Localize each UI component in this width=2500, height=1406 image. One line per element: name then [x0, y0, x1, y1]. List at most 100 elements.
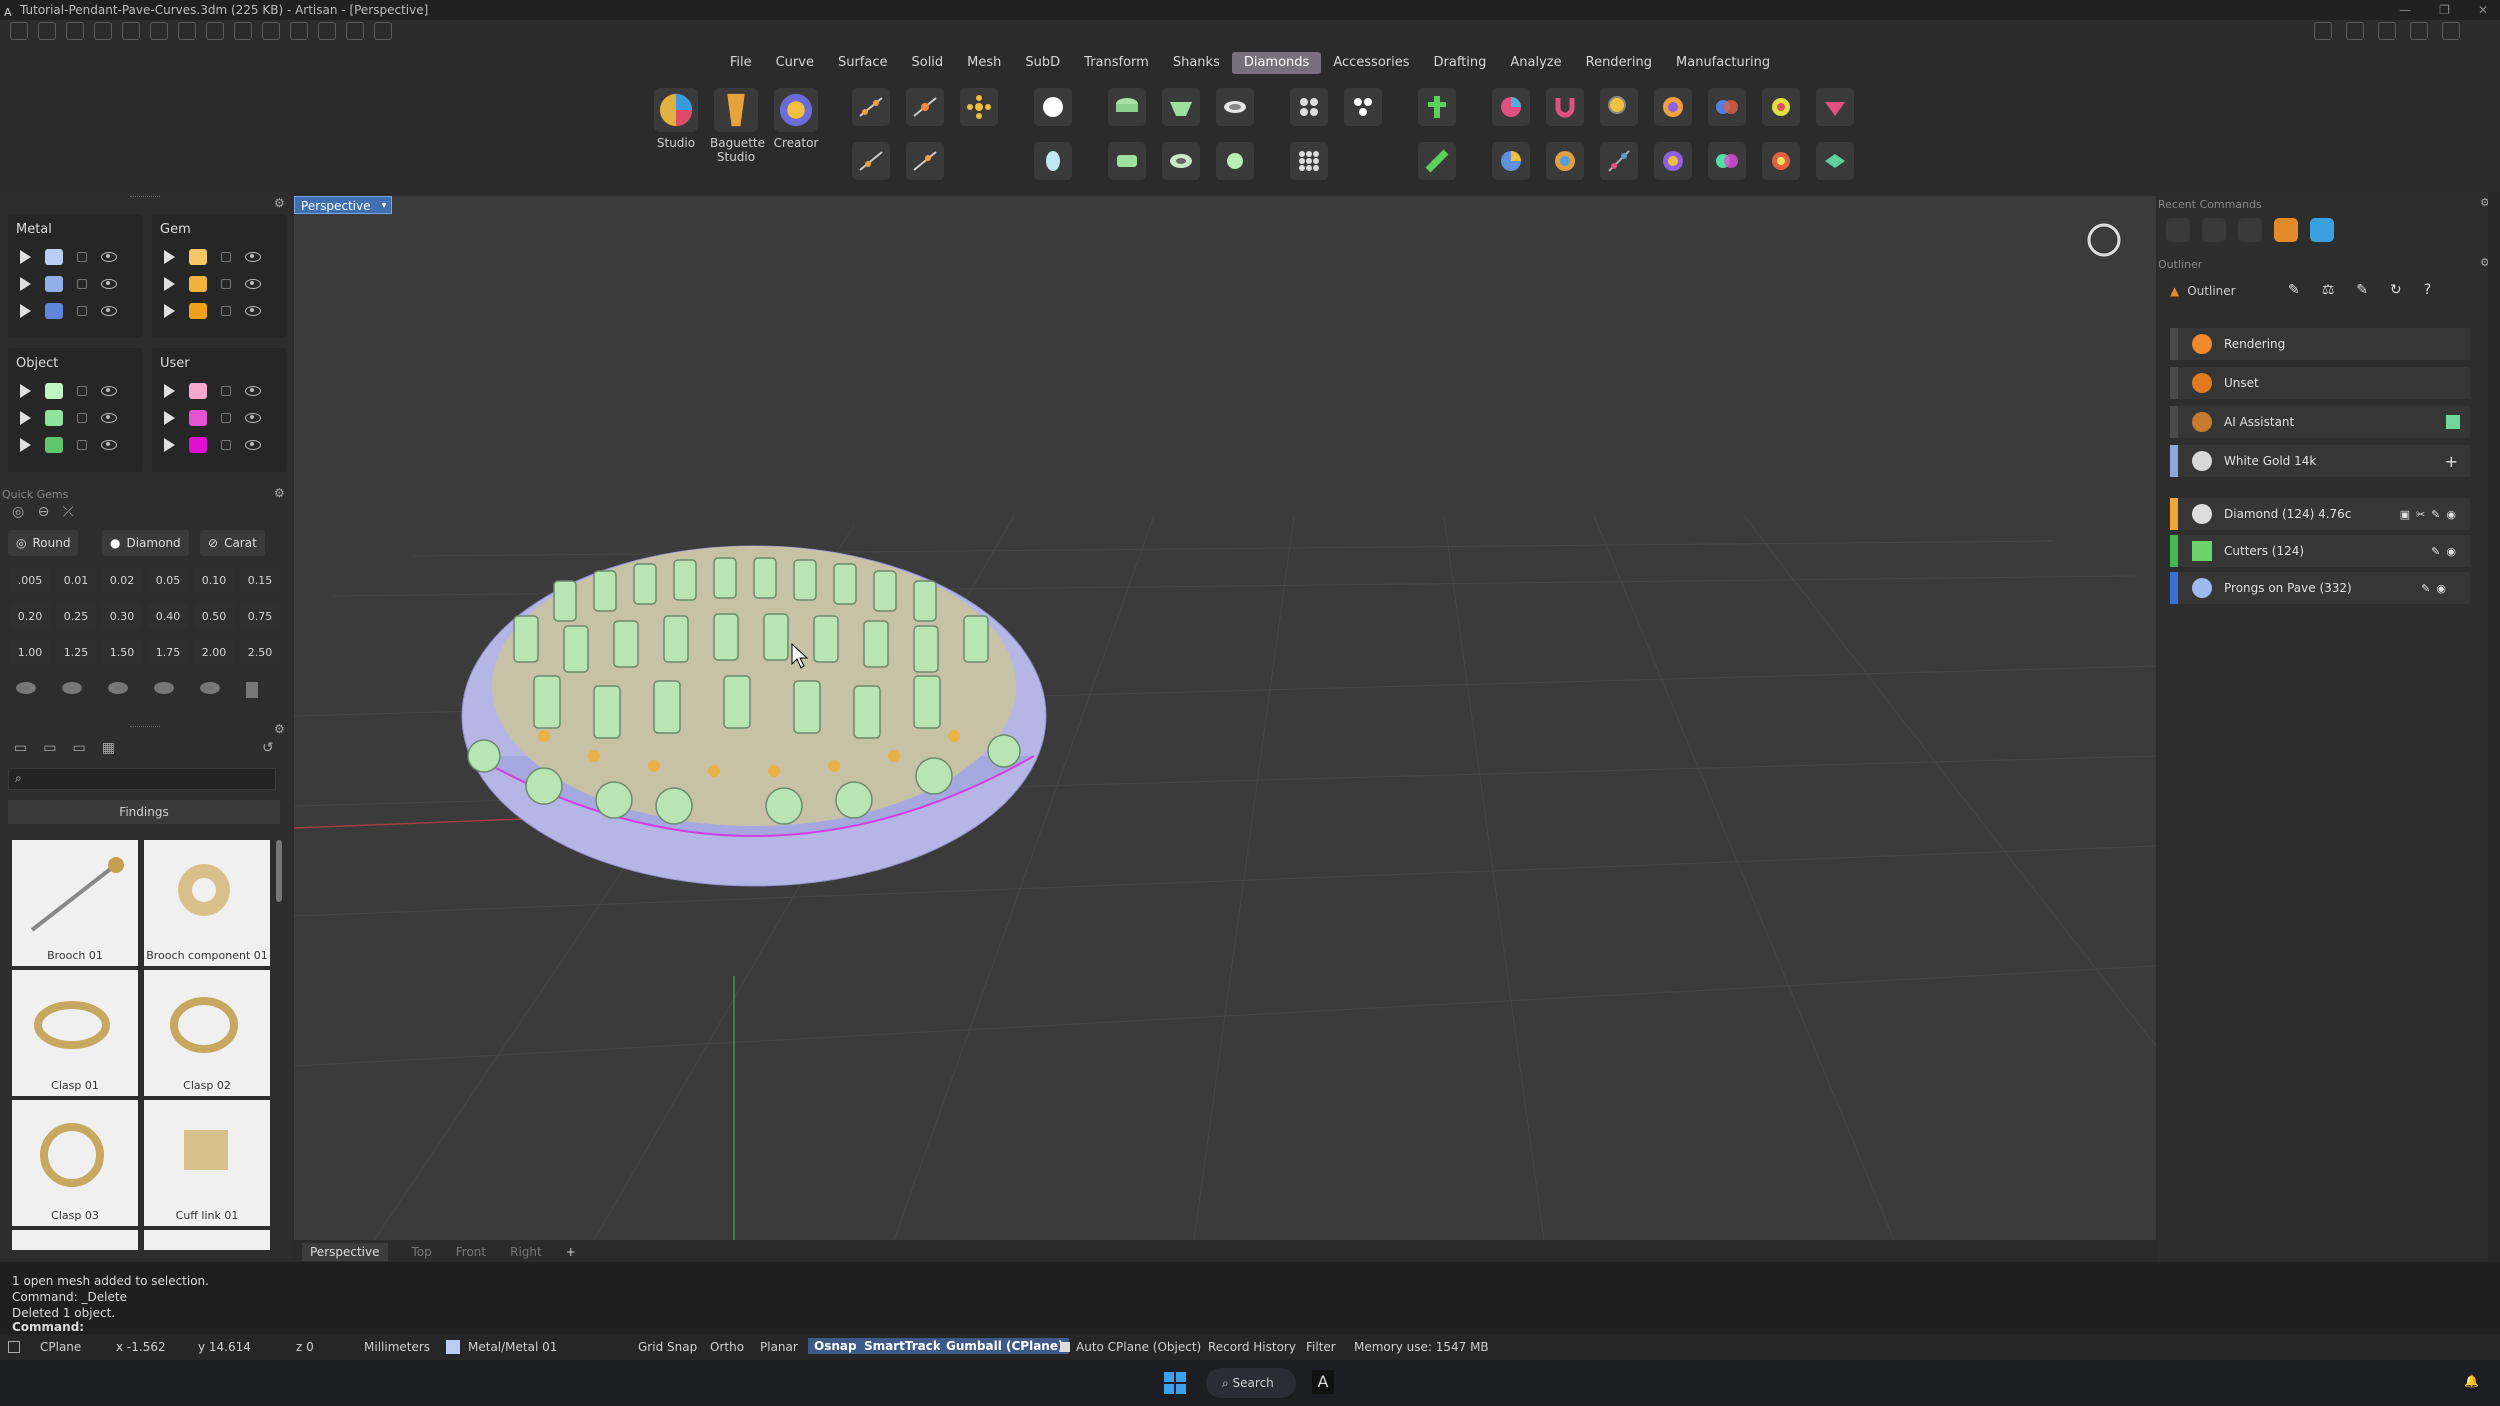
- undo-icon[interactable]: [122, 22, 140, 40]
- eye-icon[interactable]: [245, 279, 261, 289]
- quick-gems-settings-icon[interactable]: ⚙: [274, 486, 285, 500]
- lock-icon[interactable]: [221, 306, 231, 316]
- creator-button[interactable]: Creator: [770, 88, 822, 150]
- menu-file[interactable]: File: [718, 52, 764, 74]
- grid-snap-toggle[interactable]: Grid Snap: [638, 1340, 697, 1354]
- panel-grip[interactable]: [130, 196, 160, 198]
- layer-color-swatch[interactable]: [45, 410, 63, 426]
- eye-icon[interactable]: [245, 440, 261, 450]
- library-scrollbar[interactable]: [276, 840, 282, 902]
- row-actions[interactable]: ✎◉: [2421, 582, 2452, 595]
- play-icon[interactable]: [164, 250, 175, 264]
- recent-curve-icon[interactable]: [2166, 218, 2190, 242]
- lock-icon[interactable]: [221, 440, 231, 450]
- library-settings-icon[interactable]: ⚙: [274, 722, 285, 736]
- cutter-icon[interactable]: [1418, 142, 1456, 180]
- folder-add-icon[interactable]: ▭: [43, 740, 56, 756]
- add-viewport-button[interactable]: +: [566, 1245, 576, 1259]
- outliner-row-cutters[interactable]: Cutters (124) ✎◉: [2170, 535, 2470, 567]
- bezel-icon[interactable]: [1108, 88, 1146, 126]
- carat-value-button[interactable]: 1.25: [56, 639, 96, 665]
- library-item-cuff-link-01[interactable]: Cuff link 01: [144, 1100, 270, 1226]
- menu-surface[interactable]: Surface: [826, 52, 900, 74]
- auto-cplane-checkbox[interactable]: [1060, 1342, 1070, 1352]
- windows-start-icon[interactable]: [1164, 1372, 1186, 1394]
- gem-type-dropdown[interactable]: ● Diamond: [102, 530, 189, 556]
- layer-row[interactable]: [164, 407, 261, 429]
- gem-unit-dropdown[interactable]: ⊘ Carat: [200, 530, 265, 556]
- eye-icon[interactable]: [101, 279, 117, 289]
- info-icon[interactable]: [2346, 22, 2364, 40]
- layer-row[interactable]: [164, 273, 261, 295]
- panel-toggle-icon[interactable]: [8, 1341, 20, 1353]
- library-item-clasp-01[interactable]: Clasp 01: [12, 970, 138, 1096]
- pave-auto-icon[interactable]: [1344, 88, 1382, 126]
- carat-value-button[interactable]: 1.75: [148, 639, 188, 665]
- library-item-clasp-03[interactable]: Clasp 03: [12, 1100, 138, 1226]
- menu-manufacturing[interactable]: Manufacturing: [1664, 52, 1782, 74]
- outliner-row-ai-assistant[interactable]: AI Assistant: [2170, 406, 2470, 438]
- layer-color-swatch[interactable]: [45, 437, 63, 453]
- library-search-input[interactable]: ⌕: [8, 768, 276, 790]
- gem-ring-icon[interactable]: ⊖: [38, 504, 50, 520]
- gem-flip-icon[interactable]: [1816, 88, 1854, 126]
- notification-icon[interactable]: 🔔: [2464, 1374, 2479, 1388]
- menu-drafting[interactable]: Drafting: [1422, 52, 1499, 74]
- gem-preset-icon[interactable]: [62, 682, 82, 694]
- gem-preset-icon[interactable]: [154, 682, 174, 694]
- layer-row[interactable]: [164, 246, 261, 268]
- gem-search-icon[interactable]: [1600, 88, 1638, 126]
- maximize-button[interactable]: ❐: [2439, 0, 2450, 20]
- library-item-partial[interactable]: [144, 1230, 270, 1250]
- eye-icon[interactable]: [245, 252, 261, 262]
- layer-color-swatch[interactable]: [45, 249, 63, 265]
- carat-value-button[interactable]: 0.50: [194, 603, 234, 629]
- perspective-viewport[interactable]: [294, 196, 2156, 1240]
- units-label[interactable]: Millimeters: [364, 1340, 430, 1354]
- play-icon[interactable]: [164, 277, 175, 291]
- carat-value-button[interactable]: 2.00: [194, 639, 234, 665]
- library-category-dropdown[interactable]: Findings: [8, 800, 280, 824]
- gem-mirror-icon[interactable]: [1762, 142, 1800, 180]
- recent-render-icon[interactable]: [2274, 218, 2298, 242]
- layout-icon[interactable]: [2314, 22, 2332, 40]
- panel-settings-icon[interactable]: ⚙: [274, 196, 285, 210]
- gem-swap-icon[interactable]: [1708, 88, 1746, 126]
- add-icon[interactable]: +: [2445, 452, 2458, 471]
- rotation-gizmo-icon[interactable]: [2084, 220, 2124, 260]
- row-actions[interactable]: ▣✂✎◉: [2400, 508, 2462, 521]
- menu-mesh[interactable]: Mesh: [955, 52, 1013, 74]
- outliner-row-rendering[interactable]: Rendering: [2170, 328, 2470, 360]
- pave-grid-icon[interactable]: [1290, 142, 1328, 180]
- gem-analyze-icon[interactable]: [1762, 88, 1800, 126]
- gems-on-curve-icon[interactable]: [852, 88, 890, 126]
- open-file-icon[interactable]: [66, 22, 84, 40]
- carat-value-button[interactable]: 2.50: [240, 639, 280, 665]
- layer-row[interactable]: [20, 380, 117, 402]
- import-icon[interactable]: [94, 22, 112, 40]
- menu-transform[interactable]: Transform: [1072, 52, 1161, 74]
- lock-icon[interactable]: [221, 279, 231, 289]
- oval-gem-icon[interactable]: [1034, 142, 1072, 180]
- carat-value-button[interactable]: 0.20: [10, 603, 50, 629]
- carat-value-button[interactable]: 1.00: [10, 639, 50, 665]
- close-button[interactable]: ✕: [2478, 0, 2488, 20]
- outliner-row-prongs[interactable]: Prongs on Pave (332) ✎◉: [2170, 572, 2470, 604]
- edit-icon[interactable]: ✎: [2356, 282, 2368, 298]
- gem-preset-icon[interactable]: [16, 682, 36, 694]
- snap-tool-icon[interactable]: [262, 22, 280, 40]
- gem-weight-icon[interactable]: [1654, 142, 1692, 180]
- lock-icon[interactable]: [221, 386, 231, 396]
- menu-accessories[interactable]: Accessories: [1321, 52, 1421, 74]
- menu-solid[interactable]: Solid: [899, 52, 955, 74]
- play-icon[interactable]: [164, 411, 175, 425]
- tab-top[interactable]: Top: [412, 1245, 432, 1259]
- carat-value-button[interactable]: 0.05: [148, 567, 188, 593]
- lock-icon[interactable]: [77, 252, 87, 262]
- layer-color-swatch[interactable]: [189, 437, 207, 453]
- halo-setting-icon[interactable]: [1162, 142, 1200, 180]
- new-file-icon[interactable]: [10, 22, 28, 40]
- viewport-dropdown-icon[interactable]: ▾: [381, 197, 386, 215]
- command-prompt[interactable]: Command:: [12, 1320, 84, 1334]
- taskbar-search[interactable]: ⌕ Search: [1206, 1368, 1296, 1398]
